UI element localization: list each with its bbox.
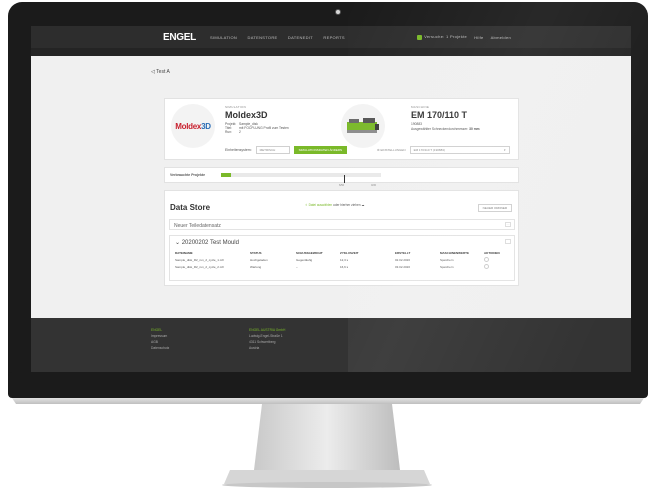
gear-icon: ⚙ <box>377 148 380 152</box>
choose-file-link[interactable]: Datei auswählen <box>309 203 333 207</box>
footer-address: ENGEL AUSTRIA GmbH Ludwig-Engel-Straße 1… <box>249 328 286 350</box>
usage-progress-fill <box>221 173 231 177</box>
monitor-bezel: ENGEL SIMULATION DATENSTORE DATENEDIT RE… <box>8 2 648 398</box>
sub-bar <box>31 48 631 56</box>
simulation-section-label: SIMULATION <box>225 105 247 109</box>
usage-progress-bar: 6/50 0/30 <box>221 173 381 187</box>
machine-info: MASCHINE EM 170/110 T 190883 Ausgewählte… <box>411 105 480 131</box>
footer: ENGEL Impressum AGB Datenschutz ENGEL AU… <box>31 318 631 374</box>
monitor-scene: ENGEL SIMULATION DATENSTORE DATENEDIT RE… <box>0 0 648 488</box>
dataset-title[interactable]: ⌄ 20200202 Test Mould <box>175 239 509 246</box>
table-menu-icon[interactable] <box>505 239 511 244</box>
table-row[interactable]: Sample_disk_R2_run_2_cycle_2.mfr Wartung –… <box>175 263 509 270</box>
datastore-title: Data Store <box>170 203 211 212</box>
usage-label: Verbrauchte Projekte <box>170 173 206 177</box>
nav-item-reports[interactable]: REPORTS <box>323 35 344 40</box>
breadcrumb-label: Test A <box>156 69 170 75</box>
webcam-icon <box>335 9 341 15</box>
machine-icon <box>347 118 379 133</box>
chevron-down-icon: ▾ <box>504 148 506 152</box>
user-menu: Versuche: 1 Projekte Hilfe Abmelden <box>417 34 511 40</box>
screen: ENGEL SIMULATION DATENSTORE DATENEDIT RE… <box>31 26 631 374</box>
new-folder-button[interactable]: NEUER ORDNER <box>477 204 512 212</box>
simulation-machine-card: Moldex 3D SIMULATION Moldex3D Projekt: Sam… <box>164 98 519 160</box>
machine-meta: 190883 Ausgewählter Schneckendurchmesser… <box>411 122 480 131</box>
logout-link[interactable]: Abmelden <box>491 35 511 40</box>
machine-image <box>341 104 385 148</box>
upload-icon: ⇧ <box>305 203 308 207</box>
nav-item-simulation[interactable]: SIMULATION <box>210 35 237 40</box>
unit-system-row: Einheitensystem: METRISCH SIMULATIONSDAT… <box>225 146 348 154</box>
datastore-card: Data Store ⇧ Datei auswählen oder hierhe… <box>164 190 519 286</box>
new-dataset-row[interactable]: Neuer Teiledatensatz ··· <box>169 219 515 230</box>
unit-system-label: Einheitensystem: <box>225 148 252 152</box>
footer-link-privacy[interactable]: Datenschutz <box>151 345 169 351</box>
screw-label: Ausgewählter Schneckendurchmesser: <box>411 126 469 131</box>
table-header: DATEINAME STATUS SCHUSSGEWICHT ZYKLUSZEIT ER… <box>175 250 500 255</box>
simulation-name: Moldex3D <box>225 110 268 120</box>
machine-select[interactable]: EM 170/110 T (190883) ▾ <box>409 146 510 154</box>
new-dataset-label: Neuer Teiledatensatz <box>174 223 221 229</box>
usage-card: Verbrauchte Projekte 6/50 0/30 <box>164 167 519 187</box>
simulation-meta: Projekt: Sample_disk Titel: mit FOCPLUNG P… <box>225 122 289 134</box>
change-simulation-data-button[interactable]: SIMULATIONSDATEN ÄNDERN <box>293 146 348 154</box>
footer-links: ENGEL Impressum AGB Datenschutz <box>151 327 169 351</box>
machine-name: EM 170/110 T <box>411 110 468 120</box>
more-options-icon[interactable]: ··· <box>505 222 511 227</box>
usage-tick-a: 6/50 <box>339 184 345 187</box>
table-row[interactable]: Sample_disk_R2_run_2_cycle_1.mfr Hochgela… <box>175 256 509 263</box>
machine-select-row: ⚙ EINSTELLUNGEN EM 170/110 T (190883) ▾ <box>377 146 510 154</box>
screw-value: 30 mm <box>469 126 480 131</box>
usage-tick-b: 0/30 <box>371 184 377 187</box>
unit-system-select[interactable]: METRISCH <box>255 146 290 154</box>
breadcrumb: ◁ Test A <box>151 69 170 75</box>
row-action-icon[interactable] <box>484 264 489 269</box>
engel-logo[interactable]: ENGEL <box>163 32 196 43</box>
dataset-table: ⌄ 20200202 Test Mould DATEINAME STATUS SCH… <box>169 235 515 281</box>
main-nav: SIMULATION DATENSTORE DATENEDIT REPORTS <box>210 35 354 40</box>
usage-marker <box>344 175 345 183</box>
machine-section-label: MASCHINE <box>411 105 430 109</box>
projects-indicator[interactable]: Versuche: 1 Projekte <box>417 34 467 40</box>
help-link[interactable]: Hilfe <box>474 35 484 40</box>
upload-area[interactable]: ⇧ Datei auswählen oder hierher ziehen ☁ <box>305 203 365 207</box>
nav-item-datastore[interactable]: DATENSTORE <box>248 35 278 40</box>
expand-icon: ⌄ <box>175 240 181 246</box>
simulation-info: SIMULATION Moldex3D Projekt: Sample_disk … <box>225 105 289 134</box>
top-navigation-bar: ENGEL SIMULATION DATENSTORE DATENEDIT RE… <box>31 26 631 48</box>
nav-item-datenedit[interactable]: DATENEDIT <box>288 35 313 40</box>
status-icon <box>417 34 423 40</box>
settings-link[interactable]: ⚙ EINSTELLUNGEN <box>377 148 406 152</box>
upload-hint: oder hierher ziehen <box>333 203 361 207</box>
moldex3d-logo: Moldex 3D <box>171 104 215 148</box>
cloud-icon: ☁ <box>361 203 365 207</box>
back-arrow-icon[interactable]: ◁ <box>151 69 155 75</box>
row-action-icon[interactable] <box>484 257 489 262</box>
